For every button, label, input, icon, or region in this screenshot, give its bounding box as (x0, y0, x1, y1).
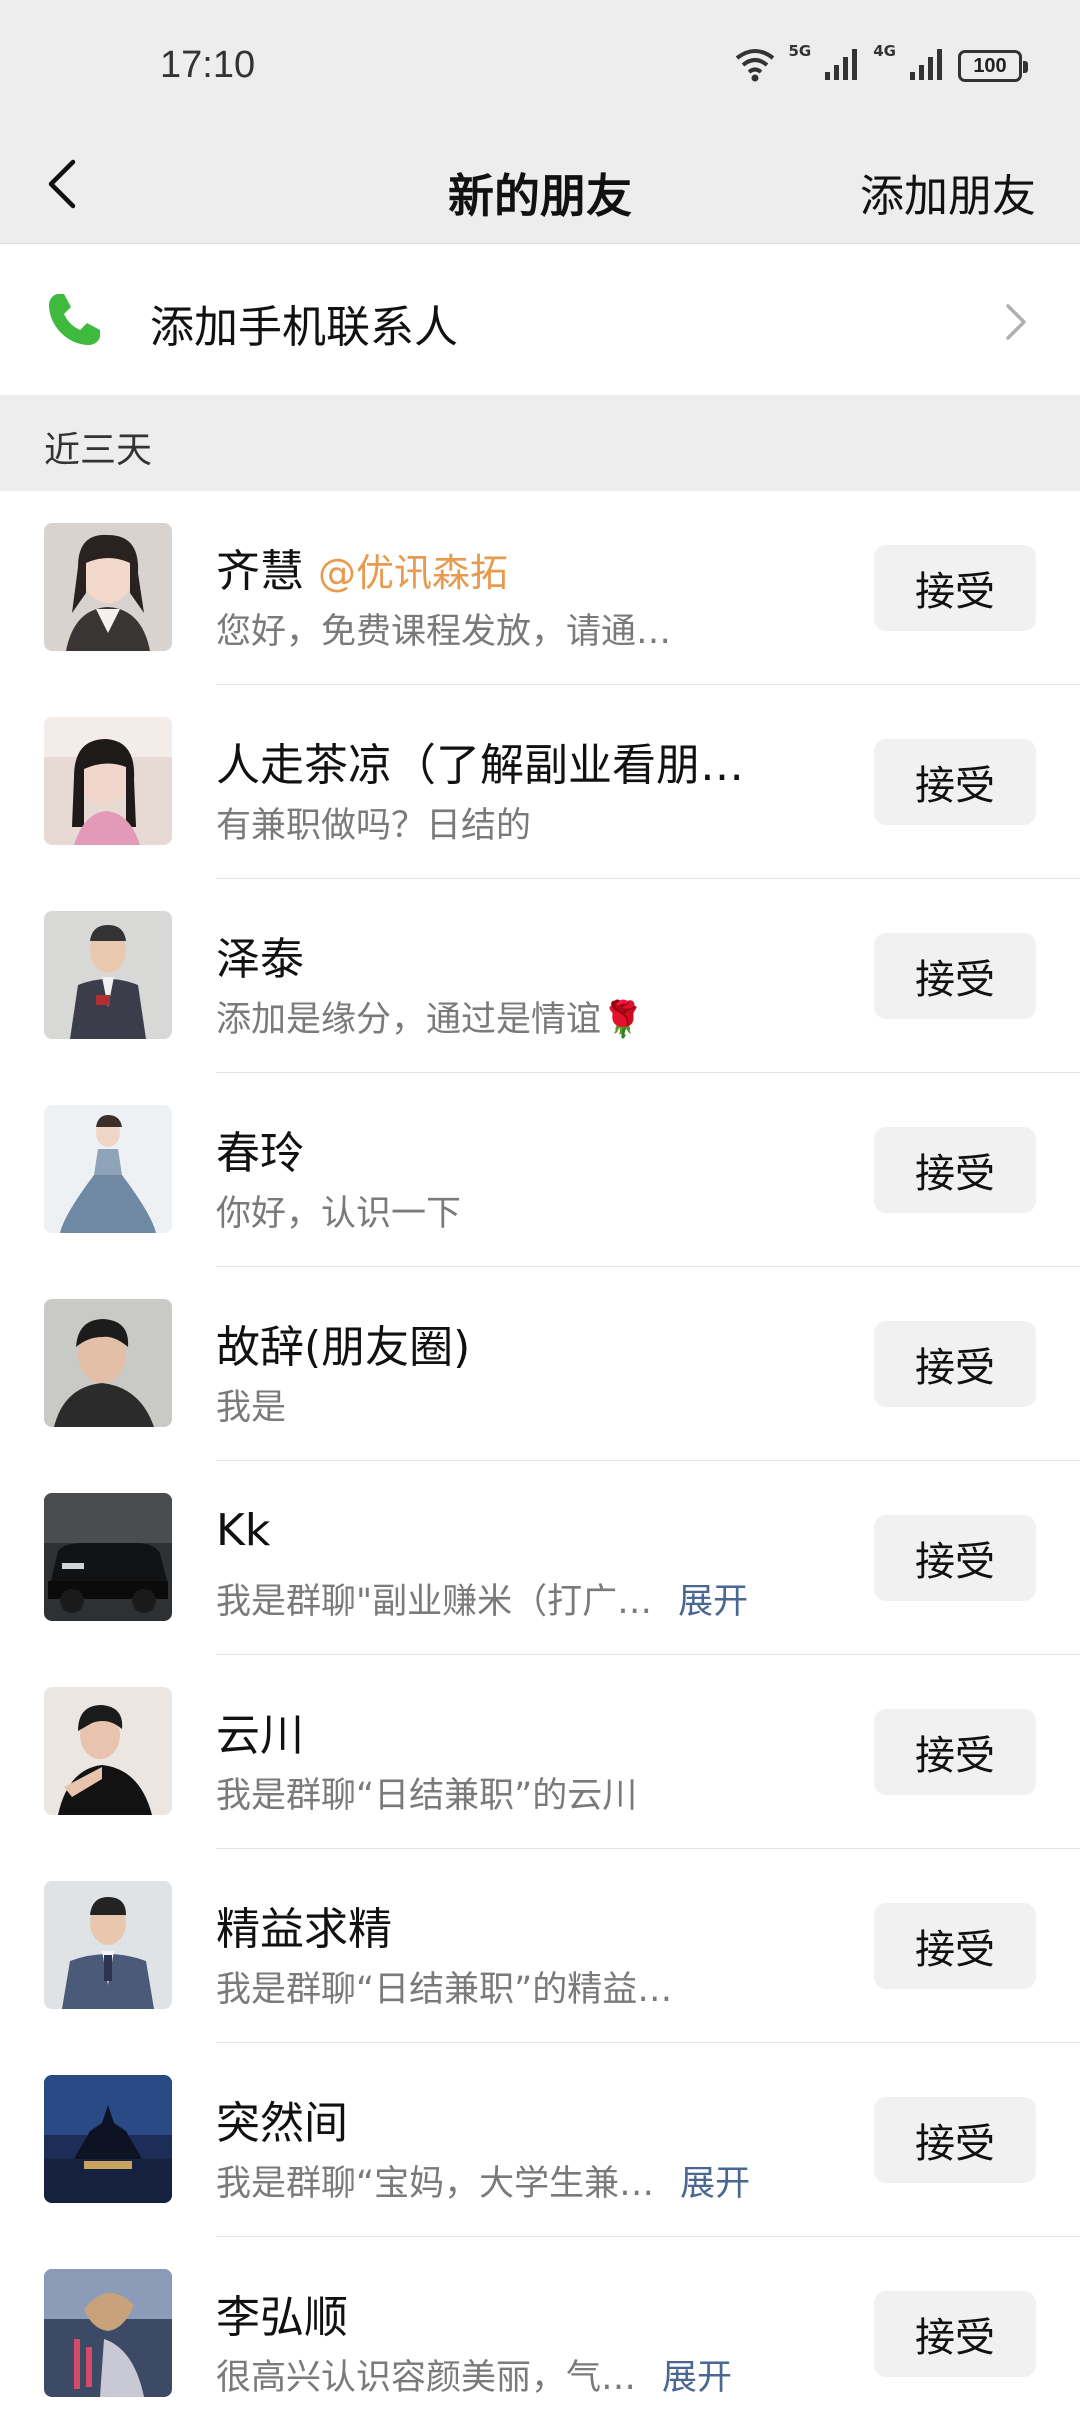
request-name: 李弘顺 (216, 2292, 348, 2343)
friend-request-item[interactable]: 突然间 我是群聊“宝妈，大学生兼… 展开 接受 (0, 2043, 1080, 2237)
request-message-line: 我是群聊“日结兼职”的云川 (216, 1767, 796, 1818)
avatar (44, 1299, 172, 1427)
accept-button[interactable]: 接受 (874, 1321, 1036, 1407)
nav-bar: 新的朋友 添加朋友 (0, 130, 1080, 244)
signal-label-1: 5G (788, 42, 812, 60)
friend-request-item[interactable]: 李弘顺 很高兴认识容颜美丽，气… 展开 接受 (0, 2237, 1080, 2431)
wifi-icon (735, 46, 775, 86)
request-message: 有兼职做吗？日结的 (216, 806, 532, 846)
request-message: 很高兴认识容颜美丽，气… (216, 2358, 637, 2398)
request-name-line: 李弘顺 (216, 2281, 796, 2345)
request-message: 我是群聊"副业赚米（打广… (216, 1582, 653, 1622)
signal-icon (910, 48, 944, 84)
request-message-line: 添加是缘分，通过是情谊🌹 (216, 991, 796, 1042)
friend-request-item[interactable]: 精益求精 我是群聊“日结兼职”的精益求精 接受 (0, 1849, 1080, 2043)
add-phone-contacts-row[interactable]: 添加手机联系人 (0, 245, 1080, 395)
avatar (44, 1493, 172, 1621)
status-time: 17:10 (160, 44, 256, 86)
friend-request-item[interactable]: 故辞(朋友圈) 我是 接受 (0, 1267, 1080, 1461)
request-name: 云川 (216, 1710, 304, 1761)
request-name-line: 人走茶凉（了解副业看朋… (216, 729, 796, 793)
request-name-line: 泽泰 (216, 923, 796, 987)
request-message-line: 我是群聊"副业赚米（打广… 展开 (216, 1573, 796, 1624)
request-name: 精益求精 (216, 1904, 392, 1955)
expand-link[interactable]: 展开 (662, 2349, 732, 2400)
add-friend-button[interactable]: 添加朋友 (860, 160, 1036, 224)
request-message-line: 我是群聊“日结兼职”的精益求精 (216, 1961, 796, 2012)
request-name-line: 突然间 (216, 2087, 796, 2151)
signal-icon (825, 48, 859, 84)
request-message: 我是群聊“日结兼职”的精益求精 (216, 1970, 696, 2010)
avatar (44, 2075, 172, 2203)
request-name-line: 故辞(朋友圈) (216, 1311, 796, 1375)
avatar (44, 2269, 172, 2397)
add-phone-contacts-label: 添加手机联系人 (150, 302, 458, 353)
request-name: 泽泰 (216, 934, 304, 985)
request-name-line: 云川 (216, 1699, 796, 1763)
avatar (44, 523, 172, 651)
accept-button[interactable]: 接受 (874, 739, 1036, 825)
accept-button[interactable]: 接受 (874, 2291, 1036, 2377)
chevron-right-icon (1004, 303, 1028, 341)
friend-request-item[interactable]: 春玲 你好，认识一下 接受 (0, 1073, 1080, 1267)
request-message: 我是群聊“日结兼职”的云川 (216, 1776, 638, 1816)
request-message: 你好，认识一下 (216, 1194, 462, 1234)
request-message-line: 我是 (216, 1379, 796, 1430)
request-message: 我是群聊“宝妈，大学生兼… (216, 2164, 655, 2204)
signal-label-2: 4G (873, 42, 896, 60)
friend-request-item[interactable]: 云川 我是群聊“日结兼职”的云川 接受 (0, 1655, 1080, 1849)
request-name: 故辞(朋友圈) (216, 1322, 471, 1373)
accept-button[interactable]: 接受 (874, 1127, 1036, 1213)
avatar (44, 911, 172, 1039)
request-message-line: 有兼职做吗？日结的 (216, 797, 796, 848)
request-name: 突然间 (216, 2098, 348, 2149)
request-name: 人走茶凉（了解副业看朋… (216, 740, 744, 791)
request-name-line: 齐慧 @优讯森拓 (216, 535, 796, 599)
request-message: 添加是缘分，通过是情谊🌹 (216, 1000, 645, 1040)
friend-request-item[interactable]: Kk 我是群聊"副业赚米（打广… 展开 接受 (0, 1461, 1080, 1655)
request-message-line: 我是群聊“宝妈，大学生兼… 展开 (216, 2155, 796, 2206)
request-name-line: 精益求精 (216, 1893, 796, 1957)
section-header: 近三天 (0, 395, 1080, 491)
friend-request-item[interactable]: 齐慧 @优讯森拓 您好，免费课程发放，请通过一下 接受 (0, 491, 1080, 685)
friend-request-list: 齐慧 @优讯森拓 您好，免费课程发放，请通过一下 接受 人走茶凉（了解副业看朋… … (0, 491, 1080, 2431)
avatar (44, 1687, 172, 1815)
request-name: 春玲 (216, 1128, 304, 1179)
friend-request-item[interactable]: 人走茶凉（了解副业看朋… 有兼职做吗？日结的 接受 (0, 685, 1080, 879)
accept-button[interactable]: 接受 (874, 1903, 1036, 1989)
avatar (44, 717, 172, 845)
section-label: 近三天 (44, 430, 153, 471)
accept-button[interactable]: 接受 (874, 1515, 1036, 1601)
accept-button[interactable]: 接受 (874, 545, 1036, 631)
status-bar: 17:10 5G 4G 100 (0, 0, 1080, 130)
request-name: Kk (216, 1505, 271, 1556)
avatar (44, 1881, 172, 2009)
expand-link[interactable]: 展开 (678, 1573, 748, 1624)
request-message: 您好，免费课程发放，请通过一下 (216, 612, 696, 652)
battery-icon: 100 (958, 50, 1028, 82)
accept-button[interactable]: 接受 (874, 1709, 1036, 1795)
accept-button[interactable]: 接受 (874, 933, 1036, 1019)
avatar (44, 1105, 172, 1233)
request-message-line: 您好，免费课程发放，请通过一下 (216, 603, 796, 654)
friend-request-item[interactable]: 泽泰 添加是缘分，通过是情谊🌹 接受 (0, 879, 1080, 1073)
request-tag: @优讯森拓 (318, 551, 509, 595)
expand-link[interactable]: 展开 (680, 2155, 750, 2206)
request-name: 齐慧 (216, 546, 304, 597)
request-message: 我是 (216, 1388, 287, 1428)
phone-icon (44, 290, 104, 350)
status-icons: 5G 4G 100 (735, 42, 1028, 86)
request-message-line: 你好，认识一下 (216, 1185, 796, 1236)
request-name-line: 春玲 (216, 1117, 796, 1181)
request-name-line: Kk (216, 1505, 796, 1556)
request-message-line: 很高兴认识容颜美丽，气… 展开 (216, 2349, 796, 2400)
accept-button[interactable]: 接受 (874, 2097, 1036, 2183)
